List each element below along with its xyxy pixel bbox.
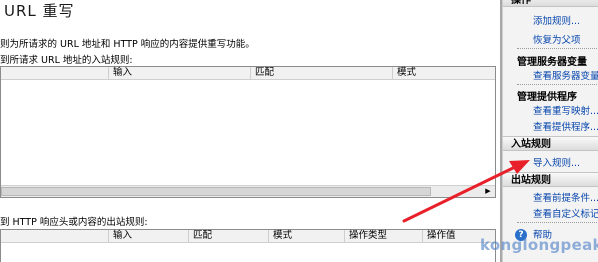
page-title: URL 重写 bbox=[4, 2, 75, 20]
outbound-col-pattern[interactable]: 模式 bbox=[269, 230, 345, 243]
separator bbox=[517, 222, 598, 223]
scrollbar-thumb[interactable] bbox=[1, 187, 431, 196]
view-server-variables-link[interactable]: 查看服务器变量... bbox=[533, 68, 598, 82]
inbound-col-pattern[interactable]: 模式 bbox=[393, 67, 495, 80]
inbound-col-match[interactable]: 匹配 bbox=[251, 67, 393, 80]
watermark: konglongpeak bbox=[480, 236, 598, 254]
actions-header[interactable]: 操作 bbox=[503, 0, 598, 7]
inbound-rules-grid[interactable]: 输入 匹配 模式 ▶ bbox=[0, 66, 496, 198]
feature-description: 则为所请求的 URL 地址和 HTTP 响应的内容提供重写功能。 bbox=[0, 39, 255, 50]
inbound-col-name[interactable] bbox=[1, 67, 109, 80]
inbound-rules-label: 到所请求 URL 地址的入站规则: bbox=[0, 55, 133, 66]
view-preconditions-link[interactable]: 查看前提条件... bbox=[533, 190, 598, 204]
manage-server-variables-heading: 管理服务器变量 bbox=[517, 57, 587, 68]
outbound-rules-label: 到 HTTP 响应头或内容的出站规则: bbox=[0, 217, 148, 228]
outbound-col-name[interactable] bbox=[1, 230, 109, 243]
outbound-col-match[interactable]: 匹配 bbox=[189, 230, 269, 243]
manage-providers-heading: 管理提供程序 bbox=[517, 92, 577, 103]
outbound-rules-grid[interactable]: 输入 匹配 模式 操作类型 操作值 bbox=[0, 229, 496, 262]
outbound-grid-header: 输入 匹配 模式 操作类型 操作值 bbox=[1, 230, 495, 243]
separator bbox=[517, 48, 598, 49]
scroll-right-arrow-icon[interactable]: ▶ bbox=[481, 186, 495, 197]
url-rewrite-feature-page: URL 重写 则为所请求的 URL 地址和 HTTP 响应的内容提供重写功能。 … bbox=[0, 0, 500, 262]
actions-pane: 操作 添加规则... 恢复为父项 管理服务器变量 查看服务器变量... 管理提供… bbox=[502, 0, 598, 262]
outbound-col-input[interactable]: 输入 bbox=[109, 230, 189, 243]
outbound-col-action-type[interactable]: 操作类型 bbox=[345, 230, 423, 243]
inbound-rules-section-header[interactable]: 入站规则 bbox=[503, 136, 598, 151]
add-rule-link[interactable]: 添加规则... bbox=[533, 13, 580, 27]
view-custom-tags-link[interactable]: 查看自定义标记... bbox=[533, 206, 598, 220]
revert-to-parent-link[interactable]: 恢复为父项 bbox=[533, 32, 581, 46]
view-providers-link[interactable]: 查看提供程序... bbox=[533, 119, 598, 133]
view-rewrite-maps-link[interactable]: 查看重写映射... bbox=[533, 103, 598, 117]
inbound-horizontal-scrollbar[interactable]: ▶ bbox=[1, 185, 495, 197]
inbound-col-input[interactable]: 输入 bbox=[109, 67, 251, 80]
outbound-rules-section-header[interactable]: 出站规则 bbox=[503, 172, 598, 187]
import-rules-link[interactable]: 导入规则... bbox=[533, 155, 580, 169]
inbound-grid-header: 输入 匹配 模式 bbox=[1, 67, 495, 80]
separator bbox=[517, 84, 598, 85]
